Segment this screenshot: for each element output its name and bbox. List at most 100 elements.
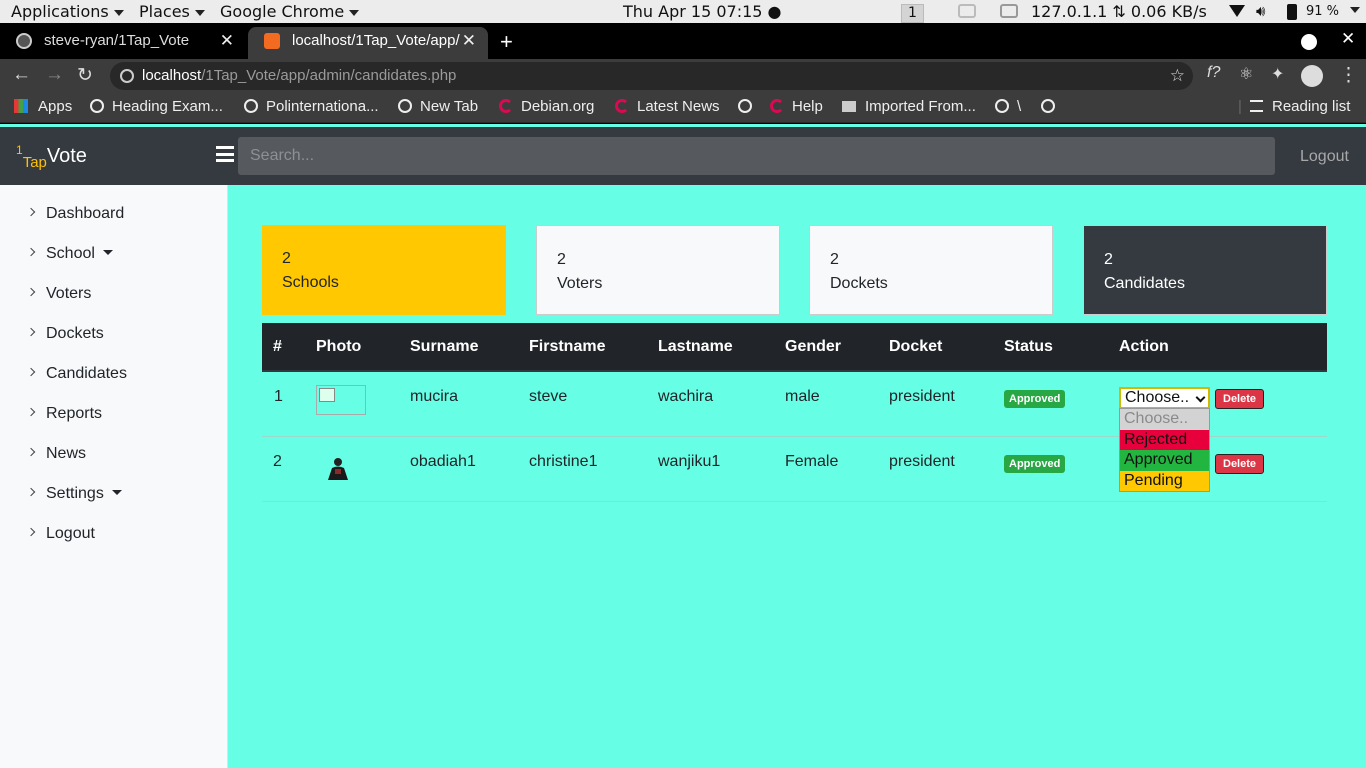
candidate-photo-person-icon xyxy=(328,458,348,480)
sidebar-item-logout[interactable]: Logout xyxy=(26,525,95,543)
clock[interactable]: Thu Apr 15 07:15 ● xyxy=(623,2,782,21)
window-close-icon[interactable]: ✕ xyxy=(1341,29,1355,49)
browser-toolbar: ← → ↻ localhost/1Tap_Vote/app/admin/cand… xyxy=(0,59,1366,93)
sidebar-item-dockets[interactable]: Dockets xyxy=(26,325,104,343)
address-bar[interactable]: localhost/1Tap_Vote/app/admin/candidates… xyxy=(110,62,1193,90)
profile-avatar-icon[interactable] xyxy=(1301,65,1323,87)
search-input[interactable] xyxy=(238,137,1275,175)
info-icon[interactable] xyxy=(120,69,134,83)
brand-logo[interactable]: 1TapVote xyxy=(16,143,87,171)
option-choose[interactable]: Choose.. xyxy=(1120,409,1209,430)
new-tab-plus-icon[interactable]: + xyxy=(500,29,513,55)
bookmark-globe[interactable] xyxy=(738,98,760,115)
cell-surname: obadiah1 xyxy=(410,453,476,470)
chevron-right-icon xyxy=(26,207,36,217)
table-header: # Photo Surname Firstname Lastname Gende… xyxy=(262,323,1327,372)
places-menu[interactable]: Places xyxy=(139,2,205,21)
star-icon[interactable]: ☆ xyxy=(1170,62,1185,90)
bookmark-globe-2[interactable] xyxy=(1041,98,1063,115)
extensions-puzzle-icon[interactable]: ✦ xyxy=(1271,64,1284,84)
network-speed: 127.0.1.1 ⇅ 0.06 KB/s xyxy=(1031,2,1207,21)
stat-label: Voters xyxy=(557,275,603,292)
stat-count: 2 xyxy=(830,251,839,268)
reload-icon[interactable]: ↻ xyxy=(77,64,93,87)
sidebar-item-candidates[interactable]: Candidates xyxy=(26,365,127,383)
stat-card-schools[interactable]: 2 Schools xyxy=(262,225,506,315)
option-rejected[interactable]: Rejected xyxy=(1120,429,1209,450)
header-gender: Gender xyxy=(785,338,842,355)
cell-lastname: wachira xyxy=(658,388,714,405)
system-menu-chevron-icon[interactable] xyxy=(1350,7,1360,13)
status-badge: Approved xyxy=(1004,455,1066,473)
stat-label: Candidates xyxy=(1104,275,1185,292)
delete-button[interactable]: Delete xyxy=(1215,454,1265,474)
close-tab-icon[interactable]: ✕ xyxy=(462,27,476,55)
tab-search-icon[interactable] xyxy=(1301,34,1317,50)
sidebar-item-voters[interactable]: Voters xyxy=(26,285,91,303)
header-photo: Photo xyxy=(316,338,362,355)
cell-surname: mucira xyxy=(410,388,459,405)
globe-icon xyxy=(90,99,104,113)
browser-tab-localhost[interactable]: localhost/1Tap_Vote/app/ ✕ xyxy=(248,27,488,59)
chevron-down-icon xyxy=(194,9,205,16)
bookmark-new-tab[interactable]: New Tab xyxy=(398,98,478,115)
chevron-right-icon xyxy=(26,367,36,377)
reading-list-icon xyxy=(1250,100,1263,112)
bookmark-backslash[interactable]: \ xyxy=(995,98,1021,115)
applications-menu[interactable]: Applications xyxy=(11,2,124,21)
sidebar-item-reports[interactable]: Reports xyxy=(26,405,102,423)
sidebar-item-settings[interactable]: Settings xyxy=(26,485,122,503)
chevron-right-icon xyxy=(26,407,36,417)
bookmark-debian[interactable]: Debian.org xyxy=(499,98,594,115)
bookmark-apps[interactable]: Apps xyxy=(14,98,72,115)
browser-tab-strip: steve-ryan/1Tap_Vote ✕ localhost/1Tap_Vo… xyxy=(0,23,1366,59)
active-app-menu[interactable]: Google Chrome xyxy=(220,2,360,21)
react-extension-icon[interactable]: ⚛ xyxy=(1239,64,1253,84)
kebab-menu-icon[interactable]: ⋮ xyxy=(1339,64,1358,87)
forward-arrow-icon[interactable]: → xyxy=(45,64,64,86)
workspace-indicator[interactable]: 1 xyxy=(901,2,924,23)
close-tab-icon[interactable]: ✕ xyxy=(220,27,234,55)
debian-icon xyxy=(615,99,629,113)
option-pending[interactable]: Pending xyxy=(1120,470,1209,491)
debian-icon xyxy=(499,99,513,113)
row-number: 2 xyxy=(273,453,282,470)
bookmark-latest-news[interactable]: Latest News xyxy=(615,98,720,115)
dropdown-caret-icon xyxy=(111,490,122,495)
bookmark-help[interactable]: Help xyxy=(770,98,823,115)
header-docket: Docket xyxy=(889,338,943,355)
status-select[interactable]: Choose.. xyxy=(1119,387,1210,409)
globe-icon xyxy=(244,99,258,113)
stat-card-candidates[interactable]: 2 Candidates xyxy=(1083,225,1327,315)
battery-icon[interactable] xyxy=(1287,4,1297,20)
bookmark-heading-exam[interactable]: Heading Exam... xyxy=(90,98,223,115)
hamburger-menu-icon[interactable] xyxy=(216,146,234,162)
stat-card-voters[interactable]: 2 Voters xyxy=(536,225,780,315)
bookmarks-bar: Apps Heading Exam... Polinternationa... … xyxy=(0,93,1366,123)
status-badge: Approved xyxy=(1004,390,1066,408)
browser-tab-github[interactable]: steve-ryan/1Tap_Vote ✕ xyxy=(0,27,246,59)
chevron-down-icon xyxy=(349,9,360,16)
bookmark-polinternational[interactable]: Polinternationa... xyxy=(244,98,379,115)
chevron-right-icon xyxy=(26,287,36,297)
stat-card-dockets[interactable]: 2 Dockets xyxy=(809,225,1053,315)
battery-percent: 91 % xyxy=(1306,4,1340,19)
volume-icon[interactable]: 🔊︎ xyxy=(1256,2,1265,21)
reading-list-button[interactable]: Reading list xyxy=(1250,98,1350,115)
formula-extension-icon[interactable]: f? xyxy=(1207,64,1220,82)
cell-firstname: christine1 xyxy=(529,453,598,470)
option-approved[interactable]: Approved xyxy=(1120,450,1209,471)
back-arrow-icon[interactable]: ← xyxy=(12,64,31,86)
delete-button[interactable]: Delete xyxy=(1215,389,1265,409)
navbar-logout-link[interactable]: Logout xyxy=(1300,148,1349,166)
sidebar-item-school[interactable]: School xyxy=(26,245,113,263)
sidebar-item-dashboard[interactable]: Dashboard xyxy=(26,205,124,223)
chevron-right-icon xyxy=(26,527,36,537)
globe-icon xyxy=(1041,99,1055,113)
sidebar-item-news[interactable]: News xyxy=(26,445,86,463)
header-surname: Surname xyxy=(410,338,479,355)
debian-icon xyxy=(770,99,784,113)
chevron-down-icon xyxy=(113,9,124,16)
wifi-icon[interactable] xyxy=(1229,5,1245,17)
bookmark-imported-folder[interactable]: Imported From... xyxy=(842,98,976,115)
